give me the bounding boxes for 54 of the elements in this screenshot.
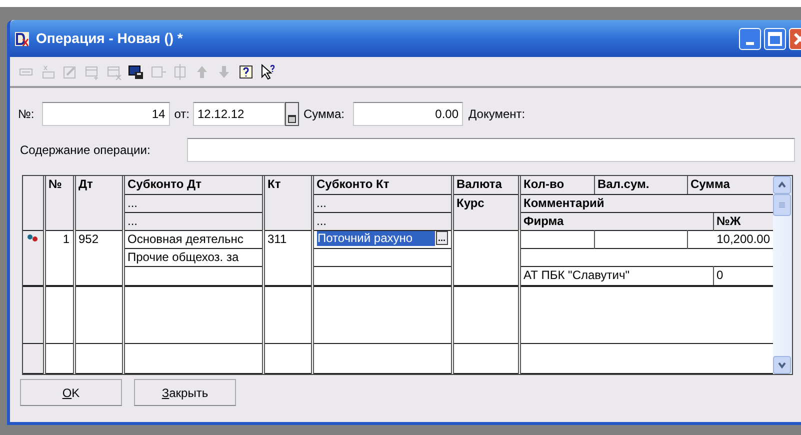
date-field[interactable]: 12.12.12 bbox=[193, 102, 286, 126]
table-header-cell[interactable]: Кт bbox=[263, 176, 312, 230]
dialog-button[interactable]: Закрыть bbox=[134, 379, 236, 406]
window-title: Операция - Новая () * bbox=[36, 29, 184, 48]
table-cell: Основная деятельнс bbox=[123, 230, 263, 248]
content-label: Содержание операции: bbox=[20, 142, 152, 159]
table-cell: 0 bbox=[713, 266, 774, 286]
table-header-cell[interactable]: Кол-во bbox=[519, 176, 594, 194]
maximize-icon bbox=[768, 32, 782, 46]
scroll-thumb-icon[interactable] bbox=[773, 194, 792, 216]
calendar-button[interactable] bbox=[285, 102, 300, 126]
table-cell: 10,200.00 bbox=[687, 230, 774, 248]
table-header-cell[interactable]: Субконто Дт bbox=[123, 176, 263, 194]
content-field[interactable] bbox=[187, 138, 795, 162]
save-icon[interactable] bbox=[128, 64, 144, 80]
table-header-cell[interactable]: Фирма bbox=[519, 212, 713, 230]
number-field[interactable]: 14 bbox=[42, 102, 170, 126]
table-header-cell[interactable]: Валюта bbox=[452, 176, 519, 194]
table-cell: АТ ПБК "Славутич" bbox=[519, 266, 713, 286]
help-icon[interactable] bbox=[238, 64, 254, 80]
maximize-button[interactable] bbox=[764, 28, 786, 50]
table-header-cell[interactable]: Дт bbox=[74, 176, 123, 230]
date-label: от: bbox=[174, 106, 190, 123]
current-row-icon bbox=[27, 234, 39, 242]
table-cell: 952 bbox=[74, 230, 123, 286]
table-header-cell[interactable]: Комментарий bbox=[519, 194, 774, 212]
table-header-cell[interactable]: ... bbox=[123, 212, 263, 230]
scroll-up-icon[interactable] bbox=[773, 176, 792, 194]
table-cell: 1 bbox=[44, 230, 74, 286]
table-header-cell[interactable]: № bbox=[44, 176, 74, 230]
scroll-down-icon[interactable] bbox=[773, 356, 792, 374]
dialog-button[interactable]: OK bbox=[20, 379, 122, 406]
pointer-help-icon[interactable] bbox=[260, 64, 276, 80]
calendar-icon bbox=[288, 115, 296, 123]
document-label: Документ: bbox=[468, 106, 526, 123]
scrollbar[interactable] bbox=[773, 176, 792, 374]
table-header-cell[interactable]: ... bbox=[312, 194, 452, 212]
table-header-cell[interactable]: Курс bbox=[452, 194, 519, 230]
table-header-cell[interactable]: Сумма bbox=[687, 176, 774, 194]
table-header-cell[interactable]: ... bbox=[123, 194, 263, 212]
minimize-icon bbox=[746, 42, 754, 44]
table-cell: Прочие общехоз. за bbox=[123, 248, 263, 266]
sum-field[interactable]: 0.00 bbox=[352, 102, 463, 126]
table-header-cell[interactable]: ... bbox=[312, 212, 452, 230]
minimize-button[interactable] bbox=[739, 28, 761, 50]
table-cell: 311 bbox=[263, 230, 312, 286]
table-header-cell[interactable]: Вал.сум. bbox=[594, 176, 687, 194]
number-label: №: bbox=[18, 106, 34, 123]
ellipsis-button[interactable]: ... bbox=[436, 231, 448, 245]
selected-cell[interactable]: Поточний рахуно bbox=[316, 230, 435, 246]
table-header-cell[interactable]: Субконто Кт bbox=[312, 176, 452, 194]
app-logo-icon bbox=[14, 30, 30, 46]
table-header-cell[interactable]: №Ж bbox=[713, 212, 774, 230]
sum-label: Сумма: bbox=[303, 106, 345, 123]
